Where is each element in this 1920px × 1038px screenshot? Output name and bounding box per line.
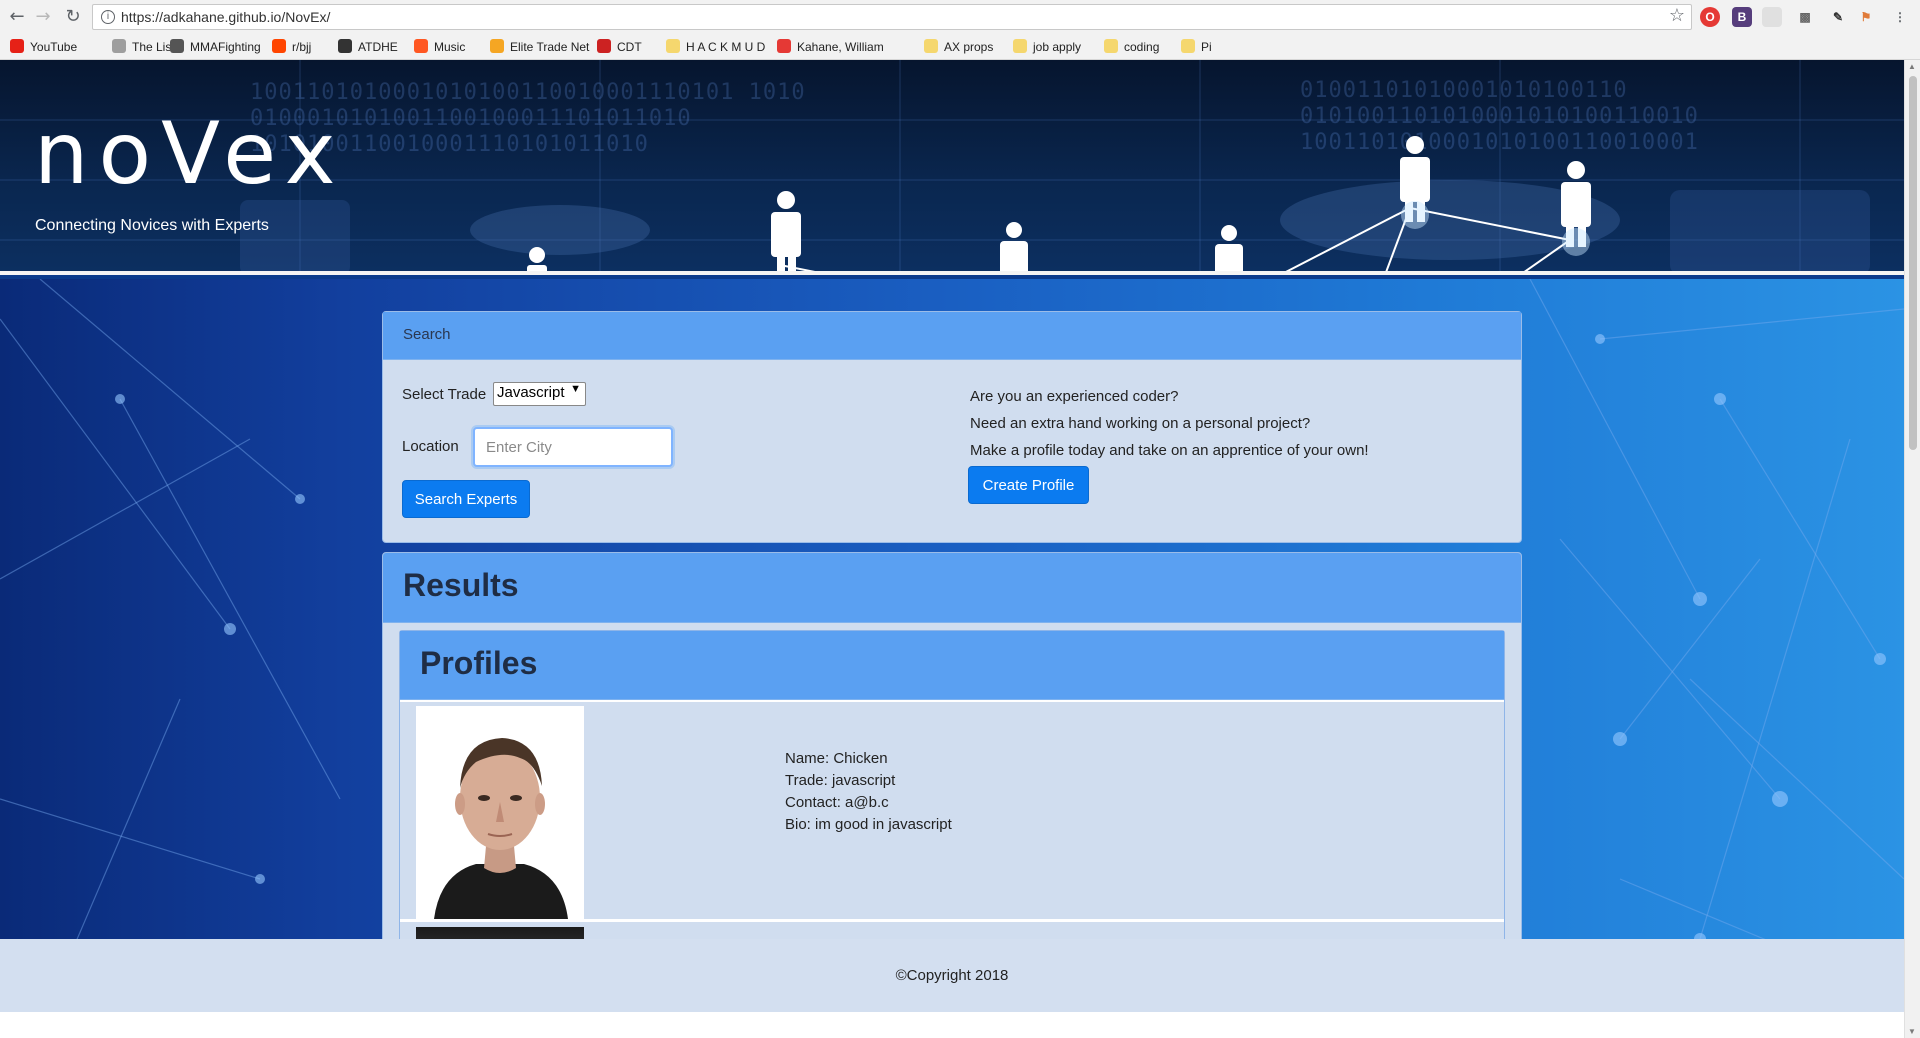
opera-extension-icon[interactable]: O (1700, 7, 1720, 27)
bookmark-item[interactable]: Music (414, 38, 465, 56)
bookmark-favicon-icon (1104, 39, 1118, 53)
bookmark-favicon-icon (777, 39, 791, 53)
bookmark-label: Elite Trade Net (510, 40, 590, 54)
bookmark-label: MMAFighting (190, 40, 261, 54)
bookmark-item[interactable]: ATDHE (338, 38, 398, 56)
bootstrap-extension-icon[interactable]: B (1732, 7, 1752, 27)
bookmark-label: job apply (1033, 40, 1082, 54)
location-label: Location (402, 438, 459, 455)
search-card-header: Search (383, 312, 1521, 360)
bookmark-favicon-icon (414, 39, 428, 53)
menu-icon[interactable]: ⋮ (1890, 7, 1910, 27)
scrollbar-thumb[interactable] (1909, 76, 1917, 450)
page-bottom-space (0, 1012, 1904, 1038)
site-info-icon[interactable]: i (101, 10, 115, 24)
bookmark-favicon-icon (490, 39, 504, 53)
bookmark-item[interactable]: MMAFighting (170, 38, 261, 56)
bookmark-item[interactable]: Kahane, William (777, 38, 884, 56)
profile-contact: Contact: a@b.c (785, 794, 889, 811)
bookmark-favicon-icon (338, 39, 352, 53)
profile-name: Name: Chicken (785, 750, 888, 767)
bookmark-label: Kahane, William (797, 40, 884, 54)
site-tagline: Connecting Novices with Experts (35, 217, 269, 234)
bookmarks-bar: YouTube The List MMAFighting r/bjj ATDHE Musi… (0, 34, 1920, 60)
bookmark-label: ATDHE (358, 40, 398, 54)
bookmark-star-icon[interactable]: ☆ (1669, 5, 1685, 26)
trade-select-value: Javascript (497, 384, 565, 401)
bookmark-favicon-icon (1013, 39, 1027, 53)
scroll-up-icon[interactable]: ▲ (1908, 62, 1916, 71)
blank-extension-icon[interactable] (1762, 7, 1782, 27)
copyright-text: ©Copyright 2018 (895, 967, 1009, 984)
search-experts-button[interactable]: Search Experts (402, 480, 530, 518)
bookmark-item[interactable]: AX props (924, 38, 993, 56)
bookmark-label: CDT (617, 40, 642, 54)
bookmark-label: The List (132, 40, 175, 54)
bookmark-label: Music (434, 40, 466, 54)
bookmark-favicon-icon (170, 39, 184, 53)
profile-item[interactable]: Name: Chicken Trade: javascript Contact:… (400, 700, 1504, 922)
page-footer: ©Copyright 2018 (0, 939, 1904, 1012)
results-title: Results (383, 553, 1521, 623)
bookmark-label: r/bjj (292, 40, 312, 54)
scroll-down-icon[interactable]: ▼ (1908, 1027, 1916, 1036)
profile-trade: Trade: javascript (785, 772, 896, 789)
bookmark-label: YouTube (30, 40, 78, 54)
bookmark-item[interactable]: r/bjj (272, 38, 311, 56)
url-text: https://adkahane.github.io/NovEx/ (121, 9, 331, 25)
bookmark-label: Pi (1201, 40, 1212, 54)
promo-line: Make a profile today and take on an appr… (970, 442, 1369, 459)
bookmark-favicon-icon (10, 39, 24, 53)
bookmark-favicon-icon (272, 39, 286, 53)
bookmark-item[interactable]: Pi (1181, 38, 1212, 56)
bookmark-label: H A C K M U D (686, 40, 766, 54)
chevron-down-icon: ▼ (570, 383, 581, 395)
bookmark-favicon-icon (1181, 39, 1195, 53)
browser-toolbar: ← → ↻ i https://adkahane.github.io/NovEx… (0, 0, 1920, 34)
promo-line: Are you an experienced coder? (970, 388, 1179, 405)
bookmark-favicon-icon (924, 39, 938, 53)
trade-select[interactable]: Javascript ▼ (493, 382, 586, 406)
bookmark-item[interactable]: YouTube (10, 38, 77, 56)
bookmark-item[interactable]: The List (112, 38, 175, 56)
hero-banner: 1001101010001010100110010001110101 1010 0… (0, 60, 1904, 275)
bookmark-item[interactable]: H A C K M U D (666, 38, 765, 56)
bookmark-label: coding (1124, 40, 1160, 54)
bookmark-favicon-icon (597, 39, 611, 53)
city-input[interactable] (473, 427, 673, 467)
back-icon[interactable]: ← (4, 4, 30, 30)
bookmark-item[interactable]: job apply (1013, 38, 1081, 56)
bug-extension-icon[interactable]: ▩ (1795, 7, 1815, 27)
pen-extension-icon[interactable]: ✎ (1828, 7, 1848, 27)
page-viewport: 1001101010001010100110010001110101 1010 0… (0, 60, 1904, 1038)
address-bar[interactable]: i https://adkahane.github.io/NovEx/ ☆ (92, 4, 1692, 30)
page-scrollbar[interactable]: ▲ ▼ (1904, 60, 1920, 1038)
bookmark-favicon-icon (112, 39, 126, 53)
search-card: Search Select Trade Javascript ▼ Locatio… (382, 311, 1522, 543)
select-trade-label: Select Trade (402, 386, 487, 403)
bookmark-item[interactable]: coding (1104, 38, 1159, 56)
forward-icon[interactable]: → (30, 4, 56, 30)
reload-icon[interactable]: ↻ (60, 4, 86, 30)
create-profile-button[interactable]: Create Profile (968, 466, 1089, 504)
promo-line: Need an extra hand working on a personal… (970, 415, 1311, 432)
bookmark-label: AX props (944, 40, 994, 54)
bookmark-item[interactable]: CDT (597, 38, 642, 56)
flag-extension-icon[interactable]: ⚑ (1856, 7, 1876, 27)
profile-bio: Bio: im good in javascript (785, 816, 952, 833)
bookmark-item[interactable]: Elite Trade Net (490, 38, 589, 56)
site-logo: noVex (34, 104, 346, 204)
profiles-title: Profiles (400, 631, 1504, 700)
profile-photo (416, 706, 584, 919)
bookmark-favicon-icon (666, 39, 680, 53)
